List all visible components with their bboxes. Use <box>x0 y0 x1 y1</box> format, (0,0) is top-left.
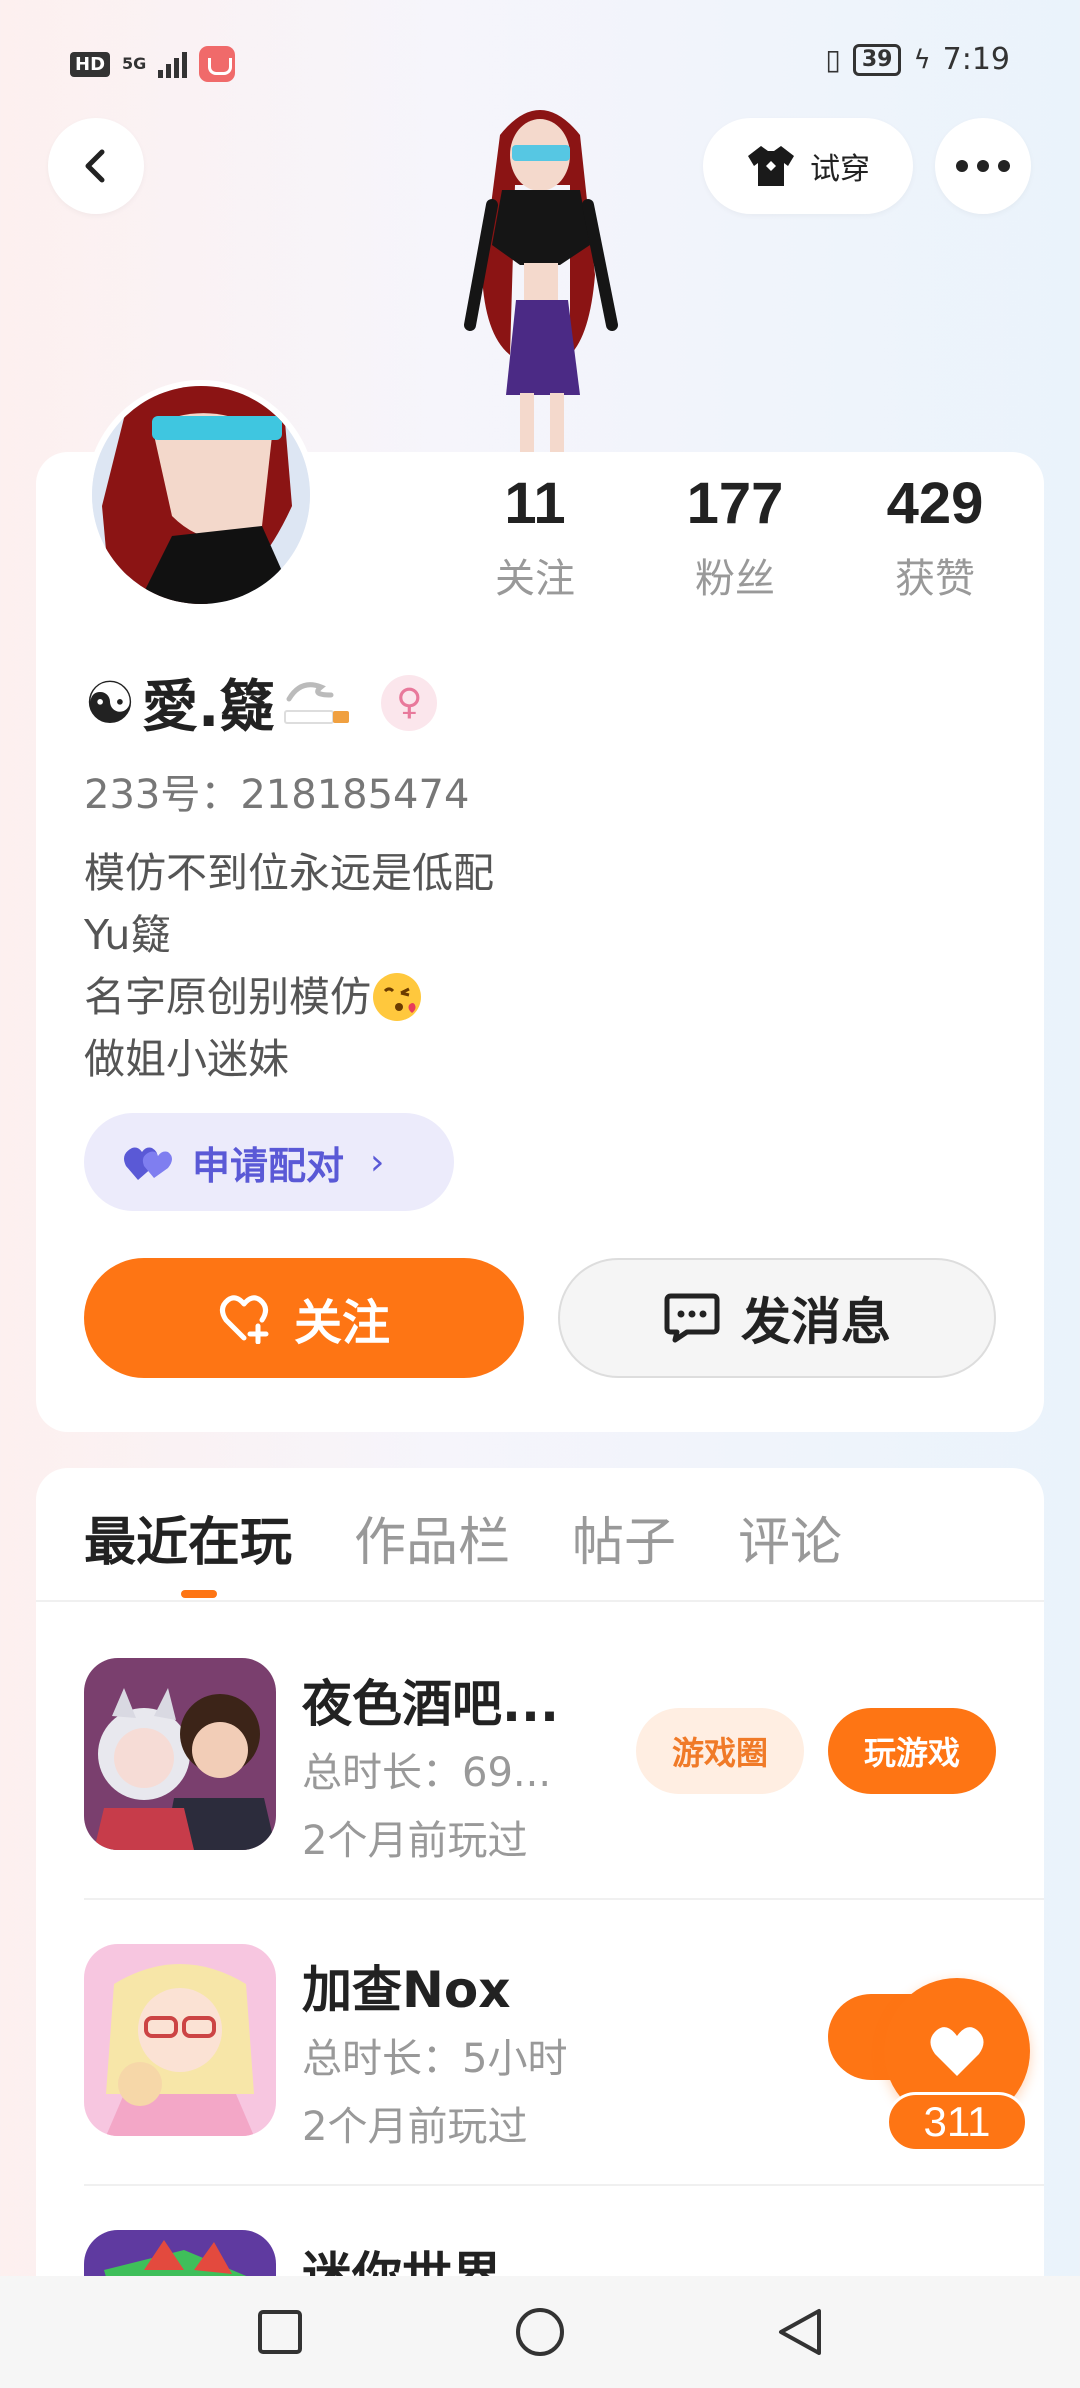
status-left: HD 5G <box>70 46 236 82</box>
back-arrow-icon <box>85 149 105 183</box>
avatar[interactable] <box>86 380 316 610</box>
vibrate-icon: ▯ <box>825 43 841 76</box>
play-game-button[interactable]: 玩游戏 <box>828 1708 996 1794</box>
circle-icon <box>516 2308 564 2356</box>
hd-icon: HD <box>70 51 111 77</box>
double-heart-icon <box>124 1147 172 1180</box>
game-row[interactable]: 夜色酒吧... 总时长：69... 2个月前玩过 游戏圈 玩游戏 <box>84 1658 1044 1864</box>
chevron-right-icon: › <box>370 1141 385 1183</box>
back-nav-button[interactable] <box>770 2302 830 2362</box>
try-on-label: 试穿 <box>810 152 870 187</box>
square-icon <box>258 2310 302 2354</box>
tab-works[interactable]: 作品栏 <box>354 1500 510 1575</box>
stat-followers[interactable]: 177 粉丝 <box>650 470 820 604</box>
game-icon <box>84 1658 276 1850</box>
profile-tabs: 最近在玩 作品栏 帖子 评论 <box>84 1500 842 1575</box>
heart-icon <box>930 2027 984 2076</box>
triangle-back-icon <box>779 2309 821 2355</box>
tab-comments[interactable]: 评论 <box>738 1500 842 1575</box>
female-gender-icon: ♀ <box>381 674 438 731</box>
system-nav-bar <box>0 2276 1080 2388</box>
game-duration: 总时长：69... <box>302 1750 552 1796</box>
game-duration: 总时长：5小时 <box>302 2036 568 2082</box>
try-on-button[interactable]: 试穿 <box>703 118 913 214</box>
row-divider <box>84 1898 1044 1900</box>
tab-posts[interactable]: 帖子 <box>572 1500 676 1575</box>
followers-count: 177 <box>686 471 784 536</box>
send-message-button[interactable]: 发消息 <box>558 1258 996 1378</box>
active-tab-indicator <box>181 1590 217 1598</box>
profile-stats: 11 关注 177 粉丝 429 获赞 <box>450 470 1020 604</box>
stat-following[interactable]: 11 关注 <box>450 470 620 604</box>
apply-pair-button[interactable]: 申请配对 › <box>84 1113 454 1211</box>
avatar-3d-character[interactable] <box>420 95 660 455</box>
game-icon <box>84 1944 276 2136</box>
chat-bubble-icon <box>664 1293 720 1343</box>
tab-recently-played[interactable]: 最近在玩 <box>84 1500 292 1575</box>
tabs-divider <box>36 1600 1044 1602</box>
bio: 模仿不到位永远是低配 Yu籎 名字原创别模仿 做姐小迷妹 <box>84 842 494 1090</box>
recents-button[interactable] <box>250 2302 310 2362</box>
game-title: 加查Nox <box>302 1961 511 2019</box>
username: 愛.籎 <box>142 675 276 740</box>
status-right: ▯ 39 ϟ 7:19 <box>825 42 1010 77</box>
bio-line-with-emoji: 名字原创别模仿 <box>84 966 494 1028</box>
game-circle-button[interactable]: 游戏圈 <box>636 1708 804 1794</box>
cigarette-icon <box>284 681 350 724</box>
send-message-label: 发消息 <box>741 1293 891 1351</box>
follow-button[interactable]: 关注 <box>84 1258 524 1378</box>
game-last-played: 2个月前玩过 <box>302 1818 528 1864</box>
tshirt-icon <box>748 146 794 186</box>
charging-icon: ϟ <box>913 44 931 75</box>
shopping-app-icon <box>199 46 236 82</box>
game-last-played: 2个月前玩过 <box>302 2104 528 2150</box>
bio-line: 名字原创别模仿 <box>84 973 371 1021</box>
bio-line: 做姐小迷妹 <box>84 1035 289 1083</box>
network-type: 5G <box>122 54 147 73</box>
follow-label: 关注 <box>293 1295 390 1351</box>
row-divider <box>84 2184 1044 2186</box>
likes-count: 429 <box>886 471 984 536</box>
apply-pair-label: 申请配对 <box>192 1143 345 1188</box>
signal-icon <box>158 50 188 78</box>
following-label: 关注 <box>495 556 575 602</box>
back-button[interactable] <box>48 118 144 214</box>
yin-yang-icon: ☯ <box>84 668 136 737</box>
bio-line: 模仿不到位永远是低配 <box>84 849 494 897</box>
like-count-badge: 311 <box>886 2092 1028 2152</box>
home-button[interactable] <box>510 2302 570 2362</box>
more-dots-icon <box>956 160 1010 172</box>
battery-indicator: 39 <box>852 43 902 76</box>
bio-line: Yu籎 <box>84 911 172 959</box>
stat-likes[interactable]: 429 获赞 <box>850 470 1020 604</box>
likes-label: 获赞 <box>895 556 975 602</box>
followers-label: 粉丝 <box>695 556 775 602</box>
user-id: 233号：218185474 <box>84 772 470 818</box>
clock: 7:19 <box>942 42 1010 77</box>
following-count: 11 <box>504 471 566 536</box>
kiss-emoji-icon <box>373 973 421 1021</box>
more-options-button[interactable] <box>935 118 1031 214</box>
username-row: ☯ 愛.籎 ♀ <box>84 662 438 743</box>
heart-plus-icon <box>219 1295 269 1344</box>
game-title: 夜色酒吧... <box>302 1675 559 1733</box>
